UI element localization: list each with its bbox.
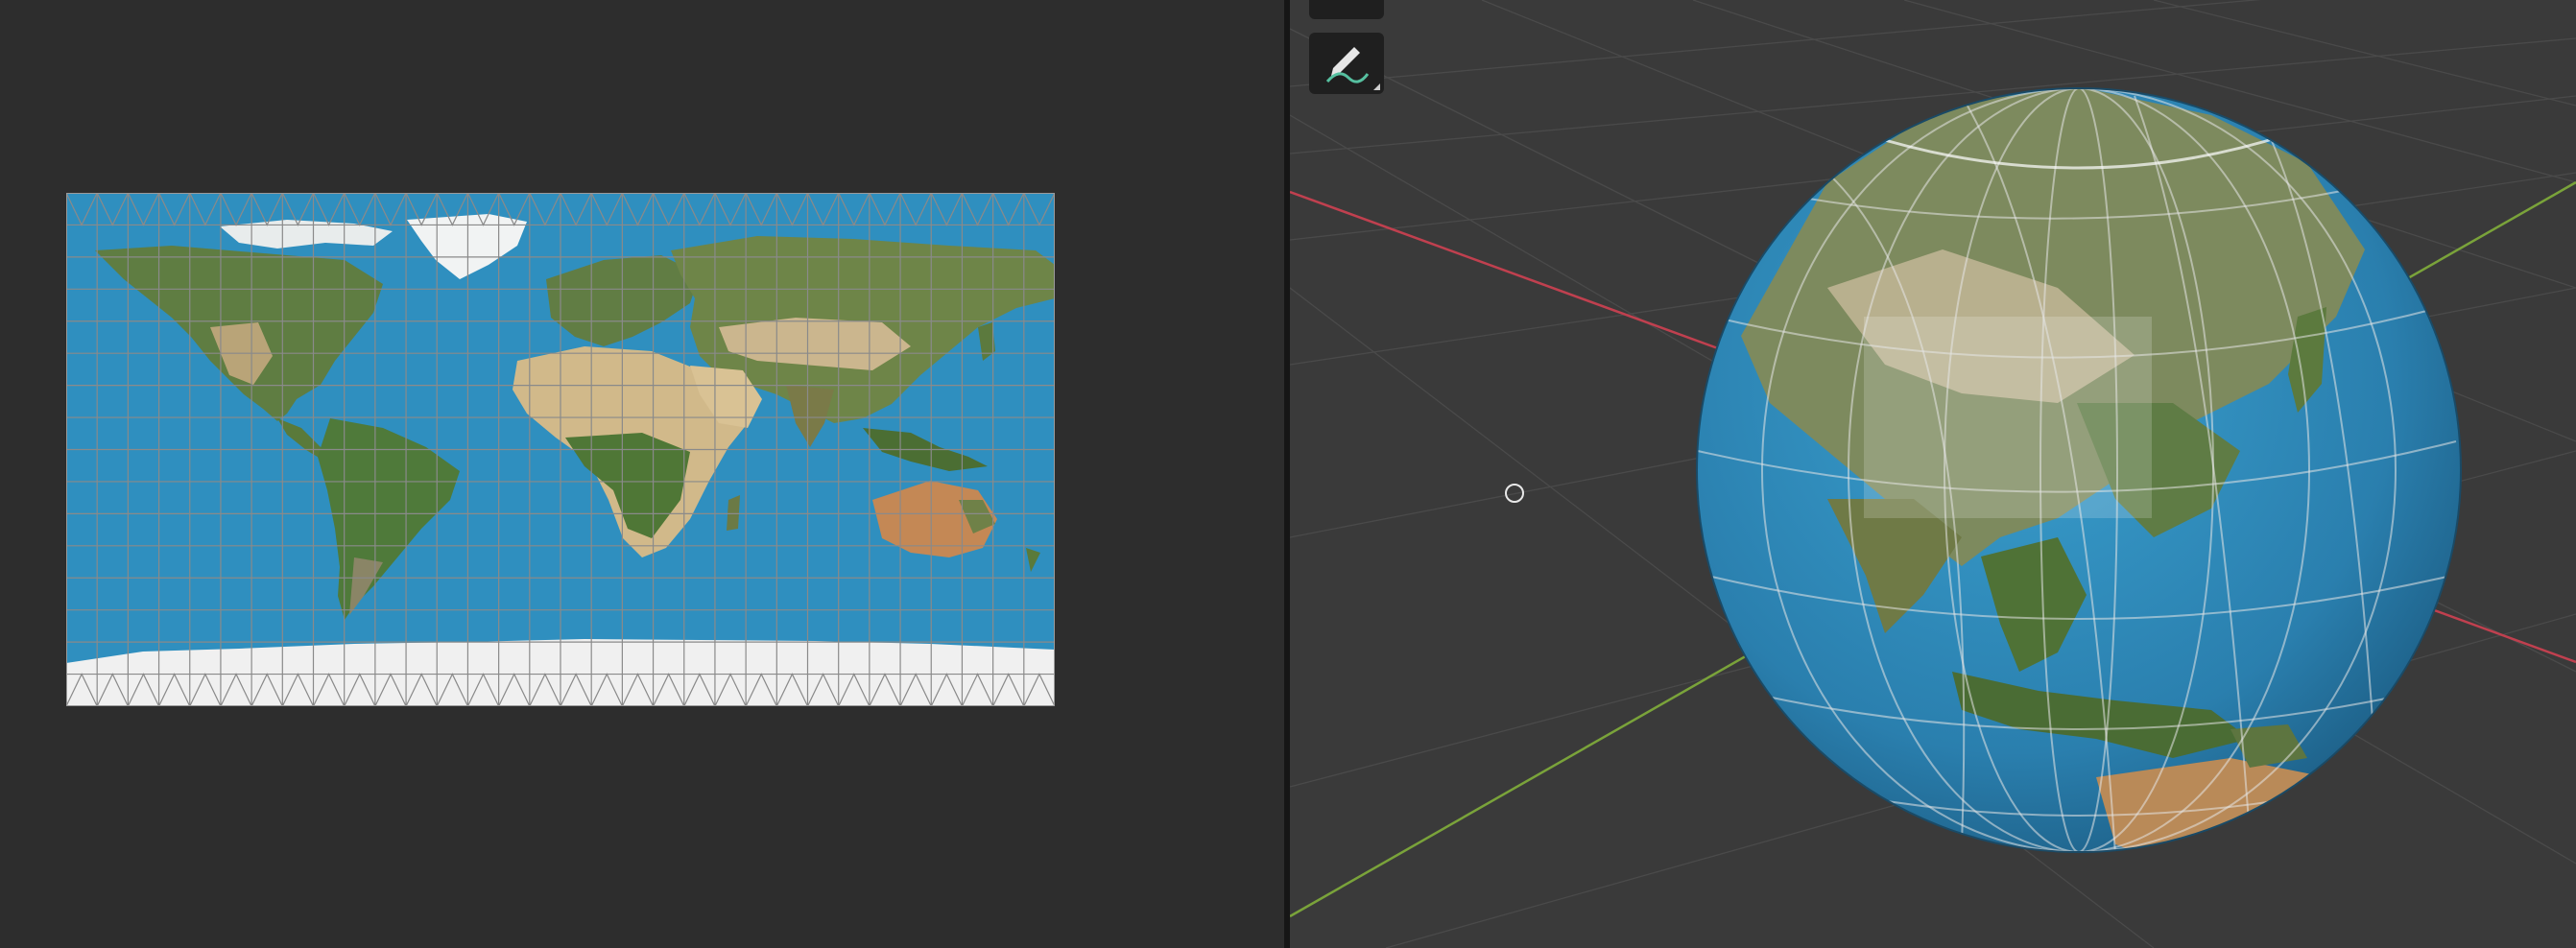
annotate-tool-button[interactable]	[1309, 33, 1384, 94]
madagascar-shape	[727, 495, 740, 531]
selected-faces-highlight	[1864, 317, 2152, 518]
3d-viewport[interactable]	[1290, 0, 2576, 948]
uv-editor-panel[interactable]	[0, 0, 1284, 948]
earth-sphere[interactable]	[1696, 86, 2462, 873]
tool-button-top[interactable]	[1309, 0, 1384, 19]
uv-texture-canvas[interactable]	[66, 193, 1055, 706]
tool-options-marker	[1373, 83, 1380, 90]
pencil-stroke-icon	[1325, 47, 1370, 83]
uv-map-svg	[66, 193, 1055, 706]
viewport-scene	[1290, 0, 2576, 948]
